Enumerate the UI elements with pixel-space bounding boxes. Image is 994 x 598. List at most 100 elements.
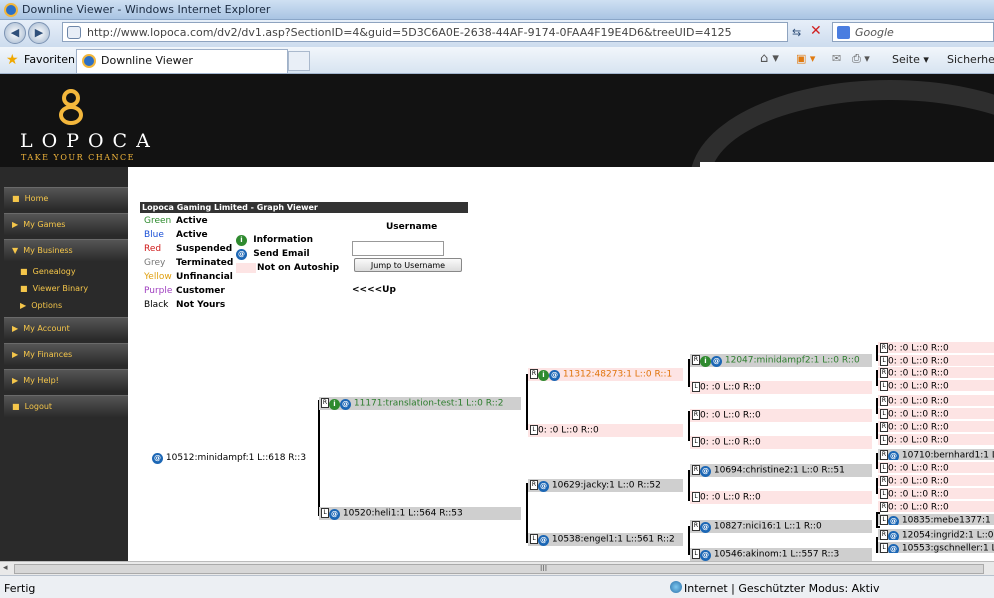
email-icon[interactable]: @ bbox=[340, 398, 351, 410]
graph-viewer: Lopoca Gaming Limited - Graph Viewer Gre… bbox=[128, 167, 994, 561]
security-menu[interactable]: Sicherheit bbox=[947, 53, 994, 66]
tree-node[interactable]: L @ 10835:mebe1377:1 L bbox=[878, 514, 994, 525]
info-icon[interactable]: i bbox=[538, 369, 549, 381]
tree-node[interactable]: L @ 10553:gschneller:1 L bbox=[878, 542, 994, 553]
sidebar-item-options[interactable]: ▶ Options bbox=[4, 298, 128, 314]
email-icon[interactable]: @ bbox=[549, 369, 560, 381]
email-icon[interactable]: @ bbox=[888, 515, 899, 525]
info-icon[interactable]: i bbox=[329, 398, 340, 410]
feeds-icon[interactable]: ▣ ▾ bbox=[796, 52, 815, 65]
side-marker: R bbox=[692, 410, 700, 420]
tree-node[interactable]: L 0: :0 L::0 R::0 bbox=[528, 424, 683, 437]
email-icon[interactable]: @ bbox=[538, 480, 549, 492]
jump-to-username-button[interactable]: Jump to Username bbox=[354, 258, 462, 272]
sidebar-item-my-games[interactable]: ▶ My Games bbox=[4, 213, 128, 235]
star-icon[interactable]: ★ bbox=[6, 52, 19, 68]
email-icon[interactable]: @ bbox=[538, 534, 549, 546]
url-text: http://www.lopoca.com/dv2/dv1.asp?Sectio… bbox=[87, 26, 732, 39]
tree-node[interactable]: R 0: :0 L::0 R::0 bbox=[878, 342, 994, 353]
tree-node[interactable]: R @ 10694:christine2:1 L::0 R::51 bbox=[690, 464, 872, 477]
refresh-icon[interactable]: ⇆ bbox=[792, 26, 801, 39]
side-marker: R bbox=[880, 502, 888, 512]
tree-node[interactable]: L 0: :0 L::0 R::0 bbox=[878, 488, 994, 499]
legend-status: Suspended bbox=[176, 244, 233, 254]
print-icon[interactable]: ⎙ ▾ bbox=[852, 52, 870, 66]
status-text: Fertig bbox=[4, 582, 36, 595]
menu-marker: ▶ bbox=[12, 324, 19, 333]
tree-node[interactable]: L 0: :0 L::0 R::0 bbox=[878, 434, 994, 445]
tree-node[interactable]: R 0: :0 L::0 R::0 bbox=[878, 421, 994, 432]
tree-node[interactable]: L 0: :0 L::0 R::0 bbox=[878, 355, 994, 366]
menu-marker: ■ bbox=[20, 267, 28, 276]
tree-node[interactable]: R 0: :0 L::0 R::0 bbox=[878, 501, 994, 512]
sidebar-item-genealogy[interactable]: ■ Genealogy bbox=[4, 264, 128, 280]
mail-icon[interactable]: ✉ bbox=[832, 52, 841, 65]
sidebar-item-my-business[interactable]: ▼ My Business bbox=[4, 239, 128, 261]
tab-downline-viewer[interactable]: Downline Viewer bbox=[76, 49, 288, 73]
tree-node[interactable]: R @ 12054:ingrid2:1 L::0 bbox=[878, 529, 994, 540]
url-input[interactable]: http://www.lopoca.com/dv2/dv1.asp?Sectio… bbox=[62, 22, 788, 42]
home-icon[interactable]: ⌂ ▾ bbox=[760, 51, 779, 66]
new-tab-button[interactable] bbox=[288, 51, 310, 71]
horizontal-scrollbar[interactable]: ◂ III bbox=[0, 561, 994, 575]
node-label: 12054:ingrid2:1 L::0 bbox=[901, 530, 994, 541]
email-icon[interactable]: @ bbox=[700, 549, 711, 561]
side-marker: L bbox=[321, 508, 329, 518]
email-icon[interactable]: @ bbox=[700, 521, 711, 533]
tree-node[interactable]: R 0: :0 L::0 R::0 bbox=[878, 367, 994, 378]
tree-node[interactable]: L 0: :0 L::0 R::0 bbox=[690, 491, 872, 504]
tree-node[interactable]: L 0: :0 L::0 R::0 bbox=[690, 436, 872, 449]
email-icon[interactable]: @ bbox=[888, 543, 899, 553]
tree-node[interactable]: R @ 10827:nici16:1 L::1 R::0 bbox=[690, 520, 872, 533]
tree-node[interactable]: L @ 10546:akinom:1 L::557 R::3 bbox=[690, 548, 872, 561]
sidebar-item-home[interactable]: ■ Home bbox=[4, 187, 128, 209]
sidebar-item-my-help[interactable]: ▶ My Help! bbox=[4, 369, 128, 391]
tree-node[interactable]: R @ 10710:bernhard1:1 L bbox=[878, 449, 994, 460]
scrollbar-thumb[interactable] bbox=[14, 564, 984, 574]
scroll-left-icon[interactable]: ◂ bbox=[3, 563, 8, 573]
sidebar-item-my-finances[interactable]: ▶ My Finances bbox=[4, 343, 128, 365]
legend-color: Red bbox=[144, 244, 162, 254]
info-icon[interactable]: i bbox=[700, 355, 711, 367]
email-icon[interactable]: @ bbox=[888, 450, 899, 460]
sidebar-item-viewer-binary[interactable]: ■ Viewer Binary bbox=[4, 281, 128, 297]
sidebar-item-logout[interactable]: ■ Logout bbox=[4, 395, 128, 417]
tree-node[interactable]: R 0: :0 L::0 R::0 bbox=[690, 409, 872, 422]
page-menu[interactable]: Seite ▾ bbox=[892, 53, 929, 66]
tree-node[interactable]: Ri @ 11312:48273:1 L::0 R::1 bbox=[528, 368, 683, 381]
email-icon[interactable]: @ bbox=[888, 530, 899, 540]
security-zone[interactable]: Internet | Geschützter Modus: Aktiv bbox=[684, 582, 879, 595]
email-icon[interactable]: @ bbox=[711, 355, 722, 367]
up-link[interactable]: <<<<Up bbox=[352, 285, 396, 295]
back-icon[interactable]: ◀ bbox=[4, 22, 26, 44]
logo-name: LOPOCA bbox=[20, 130, 159, 152]
favorites-button[interactable]: Favoriten bbox=[24, 53, 75, 66]
tree-node-root[interactable]: @ 10512:minidampf:1 L::618 R::3 bbox=[150, 452, 310, 465]
node-label: 0: :0 L::0 R::0 bbox=[888, 409, 949, 420]
tree-node[interactable]: Ri @ 12047:minidampf2:1 L::0 R::0 bbox=[690, 354, 872, 367]
search-input[interactable]: Google bbox=[832, 22, 994, 42]
stop-icon[interactable]: ✕ bbox=[810, 23, 822, 39]
sidebar: ■ Home ▶ My Games ▼ My Business ■ Geneal… bbox=[0, 167, 128, 561]
email-icon[interactable]: @ bbox=[700, 465, 711, 477]
tree-node[interactable]: R 0: :0 L::0 R::0 bbox=[878, 395, 994, 406]
tree-node[interactable]: L 0: :0 L::0 R::0 bbox=[878, 408, 994, 419]
tree-node[interactable]: L @ 10520:heli1:1 L::564 R::53 bbox=[319, 507, 521, 520]
sidebar-item-my-account[interactable]: ▶ My Account bbox=[4, 317, 128, 339]
tree-node[interactable]: L 0: :0 L::0 R::0 bbox=[690, 381, 872, 394]
legend-row: Green Active bbox=[144, 216, 208, 226]
email-icon[interactable]: @ bbox=[329, 508, 340, 520]
tree-node[interactable]: L 0: :0 L::0 R::0 bbox=[878, 380, 994, 391]
tree-node[interactable]: R 0: :0 L::0 R::0 bbox=[878, 475, 994, 486]
node-label: 10546:akinom:1 L::557 R::3 bbox=[713, 549, 840, 560]
tree-node[interactable]: R @ 10629:jacky:1 L::0 R::52 bbox=[528, 479, 683, 492]
tree-node[interactable]: L 0: :0 L::0 R::0 bbox=[878, 462, 994, 473]
username-input[interactable] bbox=[352, 241, 444, 256]
menu-marker: ■ bbox=[12, 194, 20, 203]
username-label: Username bbox=[386, 222, 438, 232]
forward-icon[interactable]: ▶ bbox=[28, 22, 50, 44]
tree-node[interactable]: Ri @ 11171:translation-test:1 L::0 R::2 bbox=[319, 397, 521, 410]
node-label: 0: :0 L::0 R::0 bbox=[538, 425, 599, 436]
tree-node[interactable]: L @ 10538:engel1:1 L::561 R::2 bbox=[528, 533, 683, 546]
email-icon[interactable]: @ bbox=[152, 453, 163, 464]
